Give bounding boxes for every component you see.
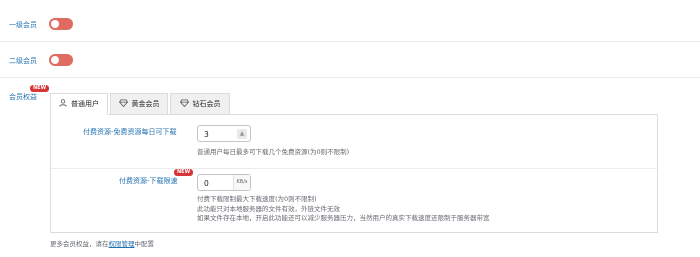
- toggle-knob: [51, 20, 59, 28]
- input-value: 0: [204, 179, 209, 188]
- free-downloads-description: 普通用户每日最多可下载几个免费资源(为0则不限制): [197, 148, 350, 156]
- stepper-up-icon[interactable]: ▲: [237, 129, 247, 139]
- level1-toggle[interactable]: [49, 18, 73, 30]
- new-badge: NEW: [30, 85, 50, 92]
- description-line: 此功能只对本地服务器的文件有效，外链文件无效: [197, 204, 340, 213]
- unit-label: KB/s: [233, 175, 250, 190]
- new-badge: NEW: [174, 169, 194, 176]
- toggle-knob: [51, 56, 59, 64]
- input-value: 3: [204, 130, 209, 139]
- tab-label: 黄金会员: [131, 100, 160, 108]
- level2-label: 二级会员: [9, 57, 37, 65]
- divider: [0, 77, 700, 78]
- divider: [51, 168, 657, 169]
- footer-note: 更多会员权益，请在权限管理中配置: [50, 238, 154, 248]
- description-line: 如果文件存在本地，开启此功能还可以减少服务器压力，当然用户的真实下载速度还限制于…: [197, 214, 490, 222]
- diamond-icon: [179, 99, 189, 109]
- footer-suffix: 中配置: [134, 240, 155, 248]
- tab-diamond-member[interactable]: 钻石会员: [170, 93, 230, 115]
- level2-toggle[interactable]: [49, 54, 73, 66]
- member-rights-label: 会员权益: [9, 93, 37, 101]
- free-downloads-label: 付费资源-免费资源每日可下载: [83, 128, 177, 136]
- level1-label: 一级会员: [9, 21, 37, 29]
- free-downloads-input[interactable]: 3 ▲: [197, 125, 251, 142]
- description-line: 付费下载限制最大下载速度(为0则不限制): [197, 195, 317, 203]
- tab-regular-user[interactable]: 普通用户: [50, 93, 108, 115]
- diamond-icon: [118, 99, 128, 109]
- footer-prefix: 更多会员权益，请在: [50, 240, 109, 248]
- tab-gold-member[interactable]: 黄金会员: [110, 93, 168, 115]
- divider: [0, 41, 700, 42]
- permissions-link[interactable]: 权限管理: [109, 240, 135, 248]
- tab-panel: 付费资源-免费资源每日可下载 3 ▲ 普通用户每日最多可下载几个免费资源(为0则…: [50, 114, 658, 233]
- user-icon: [59, 99, 67, 109]
- download-speed-label: 付费资源-下载限速: [119, 177, 178, 185]
- tab-label: 普通用户: [71, 100, 99, 108]
- download-speed-description: 付费下载限制最大下载速度(为0则不限制) 此功能只对本地服务器的文件有效，外链文…: [197, 195, 490, 224]
- download-speed-input[interactable]: 0 KB/s: [197, 174, 251, 191]
- tab-label: 钻石会员: [192, 100, 221, 108]
